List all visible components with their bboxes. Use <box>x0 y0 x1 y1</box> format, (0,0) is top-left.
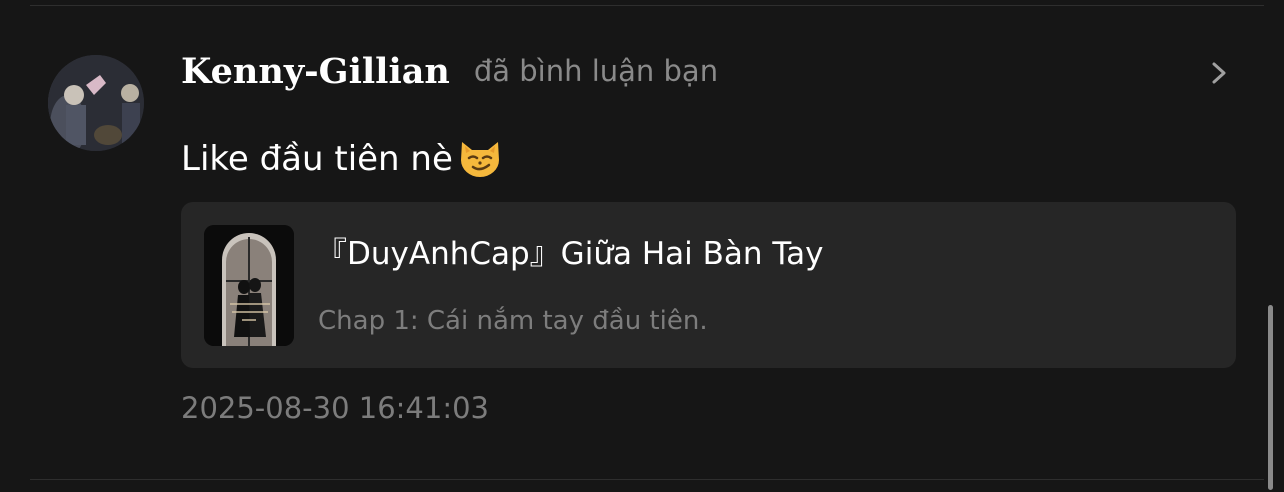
chevron-right-icon[interactable] <box>1205 57 1233 89</box>
story-cover <box>204 225 294 346</box>
notification-screen: Kenny-Gillian đã bình luận bạn Like đầu … <box>0 0 1284 492</box>
notification-header: Kenny-Gillian đã bình luận bạn <box>181 46 718 96</box>
story-chapter: Chap 1: Cái nắm tay đầu tiên. <box>318 306 708 336</box>
story-title: 『DuyAnhCap』Giữa Hai Bàn Tay <box>316 236 824 272</box>
comment-text: Like đầu tiên nè <box>181 139 453 179</box>
username[interactable]: Kenny-Gillian <box>181 51 450 92</box>
action-text: đã bình luận bạn <box>473 54 719 88</box>
smirking-cat-emoji-icon <box>457 136 503 182</box>
avatar-image <box>48 55 144 151</box>
scrollbar[interactable] <box>1268 305 1273 490</box>
story-card[interactable]: 『DuyAnhCap』Giữa Hai Bàn Tay Chap 1: Cái … <box>181 202 1236 368</box>
story-cover-image <box>204 225 294 346</box>
divider-top <box>30 5 1264 6</box>
comment: Like đầu tiên nè <box>181 134 503 184</box>
avatar[interactable] <box>48 55 144 151</box>
divider-bottom <box>30 479 1264 480</box>
timestamp: 2025-08-30 16:41:03 <box>181 391 489 425</box>
